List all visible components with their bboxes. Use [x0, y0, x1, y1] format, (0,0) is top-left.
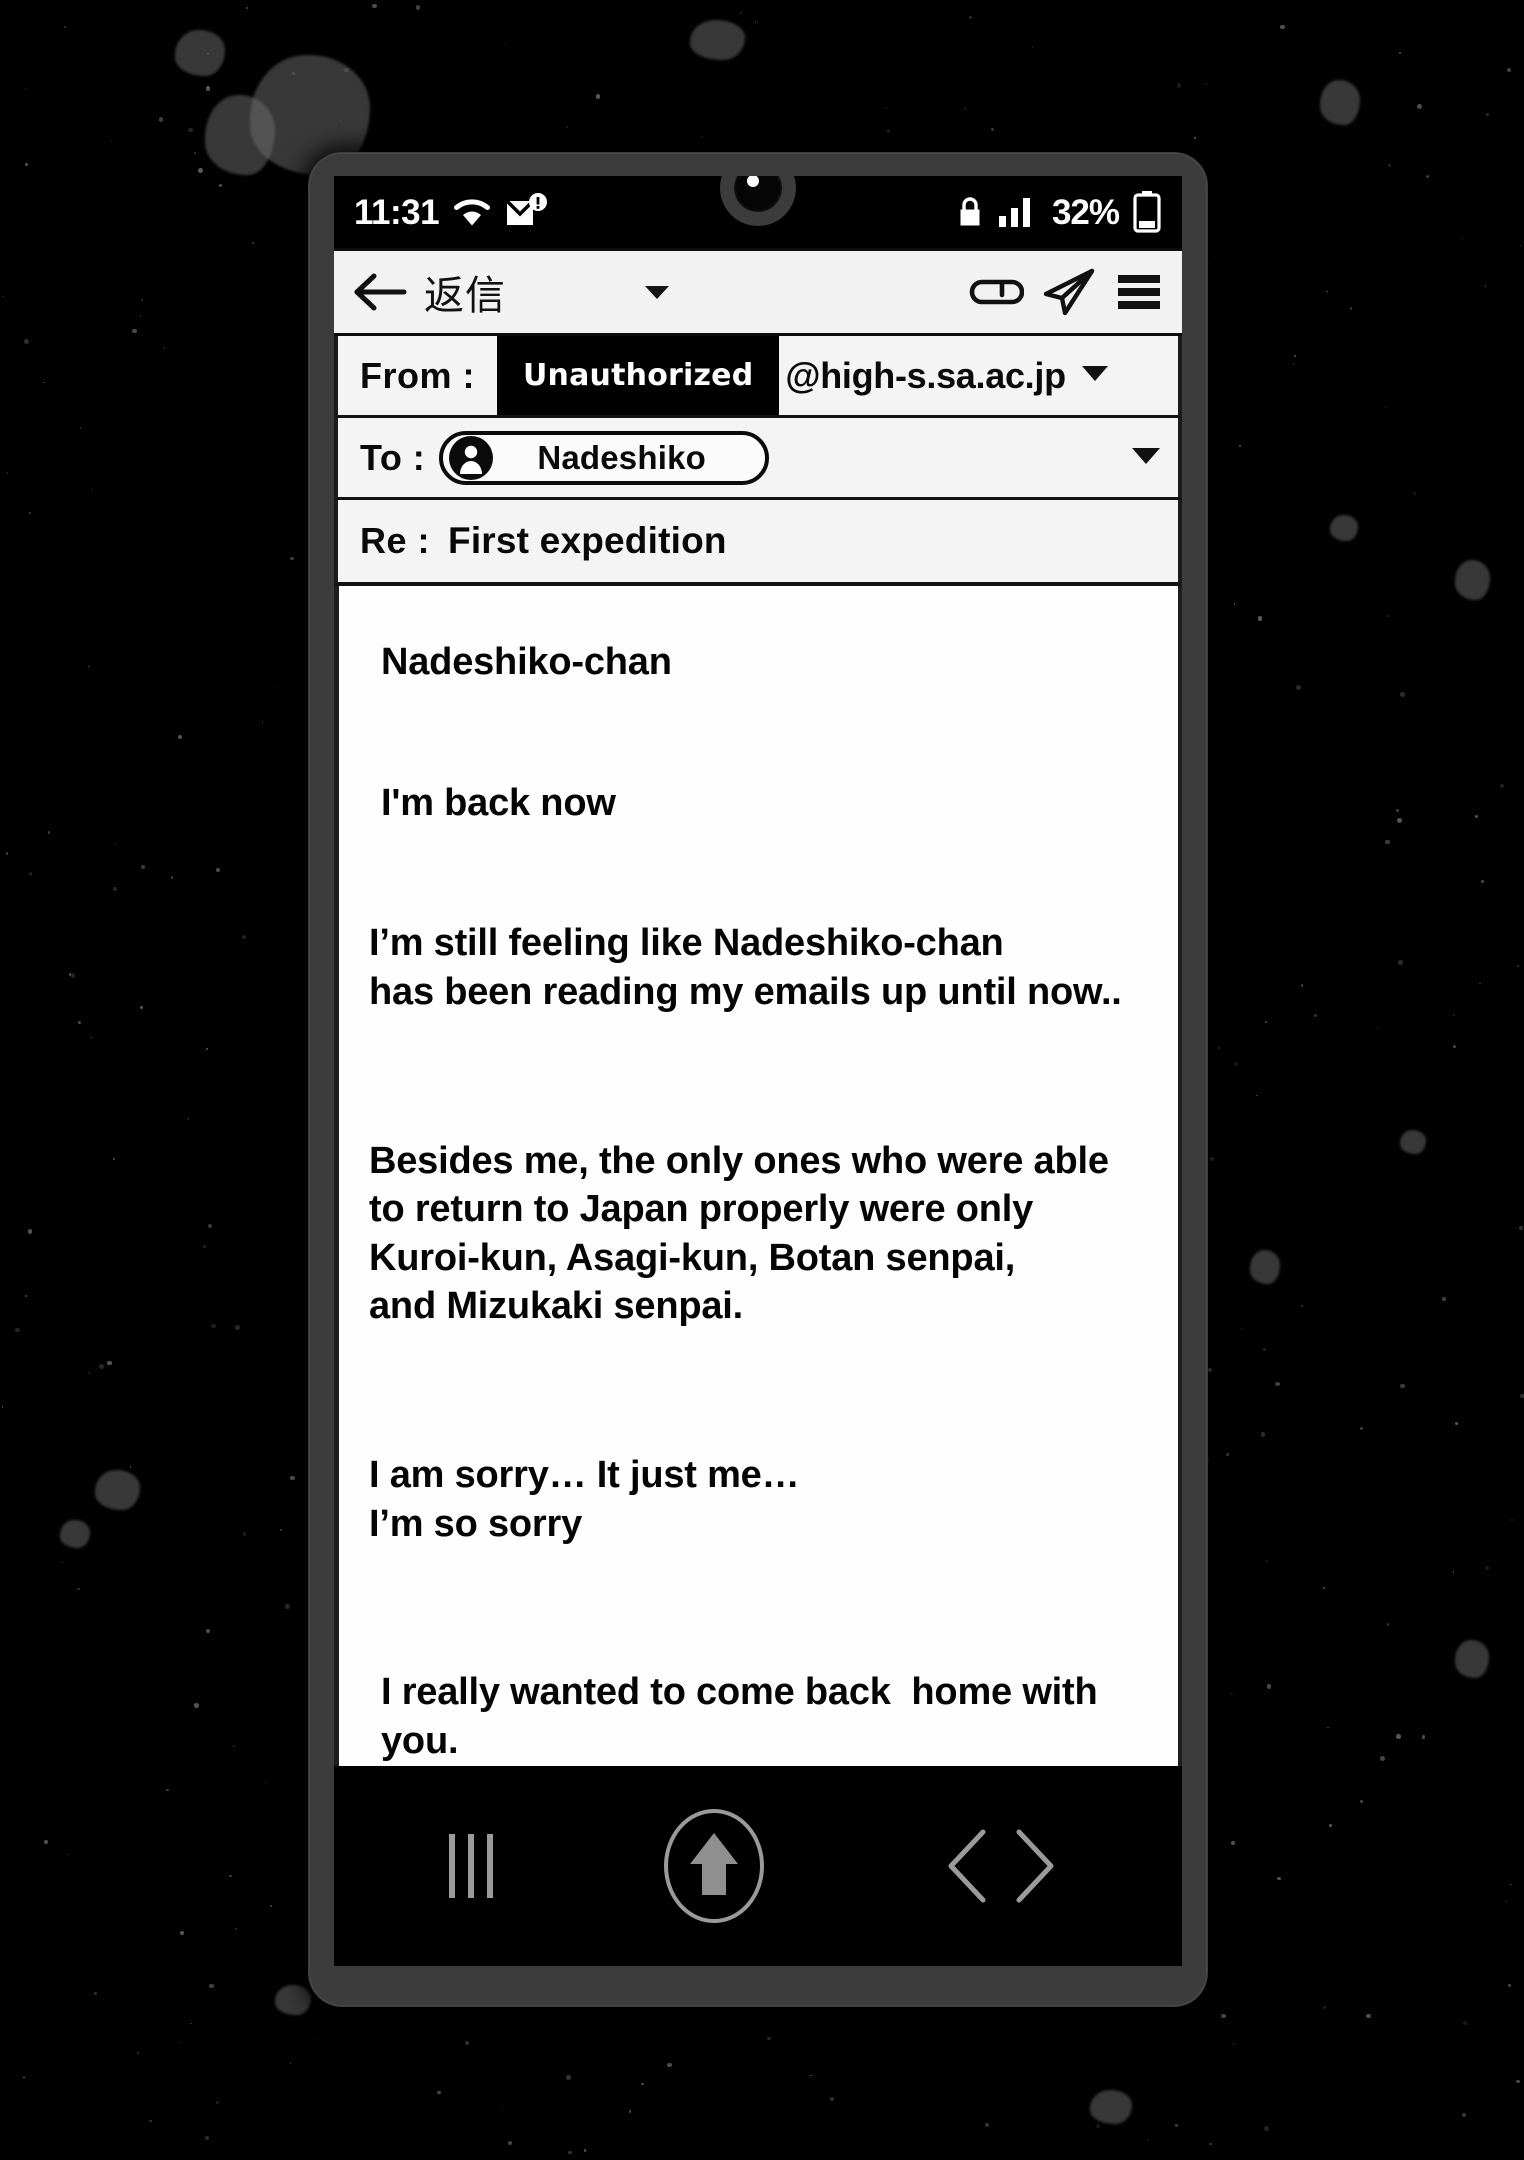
- subject-field-row[interactable]: Re : First expedition: [334, 500, 1182, 586]
- status-bar-left: 11:31: [354, 193, 549, 231]
- body-paragraph-1: I'm back now: [381, 781, 616, 824]
- from-address-redaction-box: Unauthorized: [497, 336, 780, 415]
- message-body-editor[interactable]: Nadeshiko-chan I'm back now I’m still fe…: [334, 586, 1182, 1776]
- wifi-icon: [454, 199, 491, 226]
- android-navigation-bar: [334, 1766, 1182, 1966]
- recipient-chip[interactable]: Nadeshiko: [439, 430, 770, 485]
- from-field-row[interactable]: From : Unauthorized @high-s.sa.ac.jp: [334, 336, 1182, 418]
- back-arrow-icon: [354, 273, 407, 311]
- compose-toolbar: 返信: [334, 248, 1182, 336]
- paperclip-icon: [969, 279, 1024, 305]
- attach-button[interactable]: [964, 269, 1024, 315]
- hamburger-menu-icon: [1118, 275, 1160, 309]
- chevron-down-icon: [1132, 448, 1160, 464]
- phone-screen: 11:31 32% 返信 From: Unauthorized @high-s…: [334, 176, 1182, 1966]
- battery-icon: [1133, 191, 1161, 233]
- menu-button[interactable]: [1114, 270, 1164, 314]
- signal-bars-icon: [998, 198, 1030, 227]
- lock-icon: [960, 197, 980, 226]
- from-dropdown-button[interactable]: [1080, 363, 1110, 388]
- chevron-left-right-icon: [948, 1829, 1054, 1903]
- body-paragraph-4: I am sorry… It just me… I’m so sorry: [369, 1454, 800, 1545]
- mail-alert-icon: [505, 193, 548, 225]
- body-greeting: Nadeshiko-chan: [381, 641, 672, 683]
- avatar-glyph: [460, 445, 483, 474]
- to-label: To :: [360, 436, 426, 478]
- person-avatar-icon: [449, 435, 494, 480]
- home-up-arrow-icon: [663, 1809, 764, 1923]
- send-button[interactable]: [1040, 267, 1098, 317]
- to-field-row[interactable]: To : Nadeshiko: [334, 418, 1182, 500]
- recipient-name: Nadeshiko: [537, 438, 706, 476]
- chevron-down-icon: [645, 286, 669, 299]
- status-clock: 11:31: [354, 192, 440, 232]
- front-camera-icon: [734, 176, 782, 212]
- toolbar-title: 返信: [424, 274, 506, 318]
- from-label: From :: [360, 354, 475, 396]
- chevron-down-icon: [1081, 366, 1108, 381]
- phone-device-frame: 11:31 32% 返信 From: Unauthorized @high-s…: [308, 152, 1208, 2007]
- status-bar-right: 32%: [956, 190, 1162, 234]
- to-dropdown-button[interactable]: [1130, 444, 1162, 471]
- recents-button[interactable]: [448, 1834, 493, 1898]
- back-forward-button[interactable]: [935, 1824, 1067, 1908]
- battery-percentage-label: 32%: [1051, 192, 1120, 232]
- from-domain-text: @high-s.sa.ac.jp: [785, 354, 1066, 396]
- body-paragraph-2: I’m still feeling like Nadeshiko-chan ha…: [369, 922, 1122, 1013]
- subject-label: Re :: [360, 520, 431, 561]
- compose-mode-dropdown[interactable]: [642, 282, 672, 302]
- unauthorized-label: Unauthorized: [523, 358, 754, 393]
- camera-lens-highlight: [747, 176, 759, 187]
- body-paragraph-3: Besides me, the only ones who were able …: [369, 1139, 1109, 1328]
- send-paper-plane-icon: [1043, 268, 1095, 316]
- home-button[interactable]: [662, 1807, 766, 1925]
- back-button[interactable]: [352, 270, 408, 314]
- body-paragraph-5: I really wanted to come back home with y…: [381, 1671, 1108, 1762]
- recents-bars-icon: [448, 1834, 493, 1898]
- subject-value[interactable]: First expedition: [448, 520, 727, 562]
